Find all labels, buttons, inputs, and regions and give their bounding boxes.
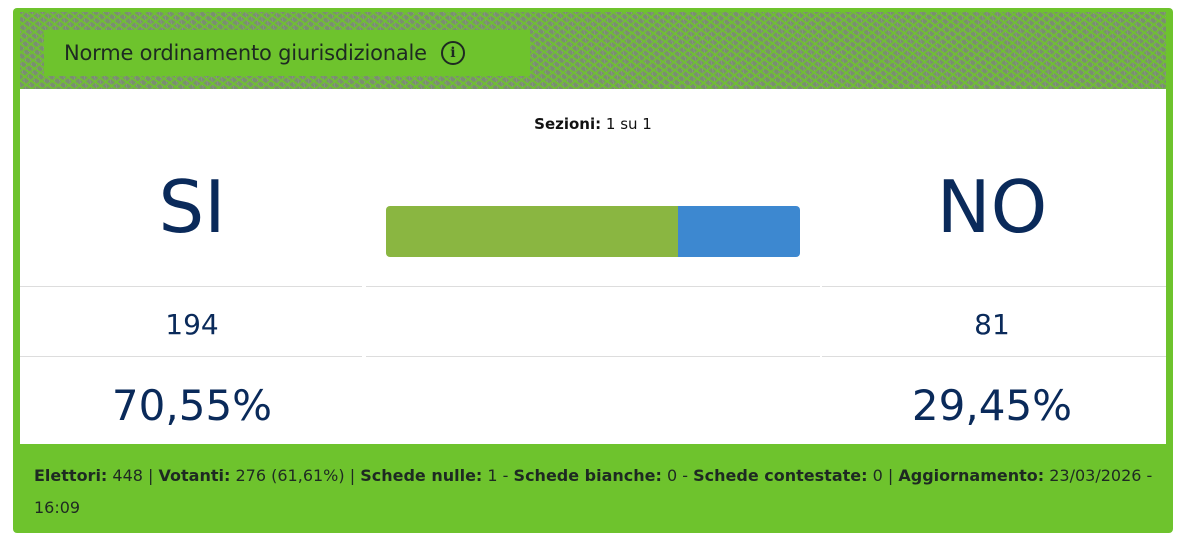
contestate-label: Schede contestate: (693, 466, 868, 485)
nulle-label: Schede nulle: (360, 466, 483, 485)
bianche-label: Schede bianche: (513, 466, 662, 485)
footer-stats: Elettori: 448 | Votanti: 276 (61,61%) | … (34, 466, 1153, 517)
elettori-label: Elettori: (34, 466, 108, 485)
result-bar-si (386, 206, 679, 257)
sezioni-value: 1 su 1 (605, 115, 652, 133)
result-bar (386, 206, 800, 257)
divider (366, 286, 820, 287)
card-header: Norme ordinamento giurisdizionale i (20, 12, 1166, 89)
votanti-label: Votanti: (158, 466, 231, 485)
nulle-value: 1 (487, 466, 498, 485)
sezioni-row: Sezioni: 1 su 1 (20, 115, 1166, 133)
divider (20, 356, 362, 357)
sezioni-label: Sezioni: (534, 115, 602, 133)
info-icon[interactable]: i (440, 41, 465, 65)
title-box: Norme ordinamento giurisdizionale i (44, 30, 530, 76)
votanti-value: 276 (61,61%) (235, 466, 345, 485)
results-panel: Sezioni: 1 su 1 SI NO 194 81 70,55% 29,4… (20, 89, 1166, 444)
si-label: SI (158, 165, 226, 249)
elettori-value: 448 (112, 466, 143, 485)
si-percent: 70,55% (111, 381, 273, 430)
no-count: 81 (974, 308, 1010, 341)
si-count: 194 (165, 308, 219, 341)
contestate-value: 0 (872, 466, 883, 485)
divider (822, 286, 1166, 287)
divider (20, 286, 362, 287)
aggiornamento-label: Aggiornamento: (898, 466, 1045, 485)
card-title: Norme ordinamento giurisdizionale (64, 41, 427, 65)
no-percent: 29,45% (911, 381, 1073, 430)
divider (366, 356, 820, 357)
bianche-value: 0 (667, 466, 678, 485)
result-bar-no (678, 206, 800, 257)
divider (822, 356, 1166, 357)
referendum-card: Norme ordinamento giurisdizionale i Sezi… (13, 8, 1173, 533)
no-label: NO (936, 165, 1048, 249)
